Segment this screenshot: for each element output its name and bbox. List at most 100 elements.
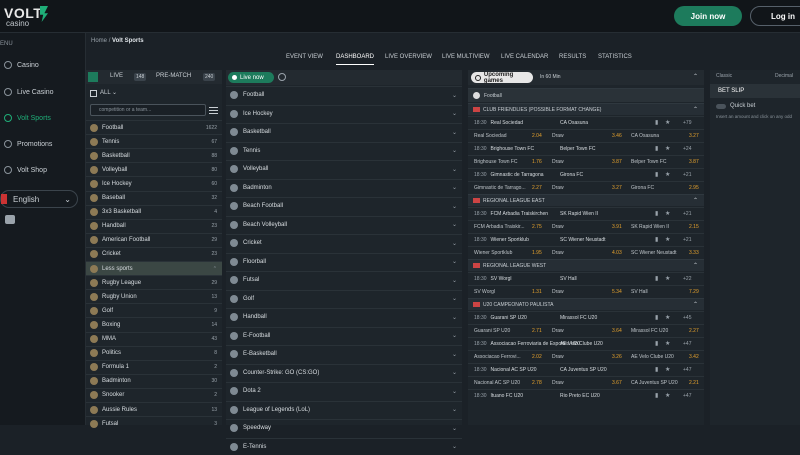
odds-away-label[interactable]: CA Juventus SP U20	[631, 380, 678, 386]
odds-draw-label[interactable]: Draw	[552, 133, 564, 139]
star-icon[interactable]: ★	[665, 145, 670, 152]
odds-away[interactable]: 2.95	[689, 185, 699, 191]
sport-item[interactable]: Futsal 3	[86, 416, 222, 430]
more-markets[interactable]: +22	[683, 276, 691, 282]
odds-home[interactable]: 2.71	[532, 328, 542, 334]
login-button[interactable]: Log in	[750, 6, 800, 26]
upcoming-games-tab[interactable]: Upcoming games	[471, 72, 533, 84]
odds-away[interactable]: 3.27	[689, 133, 699, 139]
odds-away-label[interactable]: Belper Town FC	[631, 159, 666, 165]
stats-icon[interactable]: ▮	[655, 275, 658, 282]
live-sport-item[interactable]: Beach Football ⌄	[226, 197, 462, 214]
view-toggle-icon[interactable]	[88, 72, 98, 82]
more-markets[interactable]: +21	[683, 211, 691, 217]
more-markets[interactable]: +47	[683, 341, 691, 347]
language-select[interactable]: English ⌄	[0, 190, 78, 208]
tab-statistics[interactable]: STATISTICS	[598, 54, 632, 60]
stats-icon[interactable]: ▮	[655, 119, 658, 126]
live-sport-item[interactable]: Floorball ⌄	[226, 252, 462, 270]
chevron-up-icon[interactable]: ⌃	[693, 197, 698, 204]
globe-icon[interactable]	[278, 73, 286, 81]
odds-home[interactable]: 2.02	[532, 354, 542, 360]
odds-away[interactable]: 3.42	[689, 354, 699, 360]
chevron-down-icon[interactable]: ⌄	[452, 406, 457, 413]
stats-icon[interactable]: ▮	[655, 171, 658, 178]
prematch-tab[interactable]: PRE-MATCH	[156, 73, 191, 79]
live-tab[interactable]: LIVE	[110, 73, 123, 79]
sport-item[interactable]: Rugby League 29	[86, 275, 222, 289]
match-row[interactable]: 18:30 Real Sociedad CA Osasuna ▮ ★ +79	[468, 116, 704, 128]
odds-draw[interactable]: 3.91	[612, 224, 622, 230]
chevron-down-icon[interactable]: ⌄	[452, 184, 457, 191]
sidebar-item-casino[interactable]: Casino	[0, 54, 86, 76]
odds-draw[interactable]: 3.26	[612, 354, 622, 360]
league-header[interactable]: REGIONAL LEAGUE WEST ⌃	[468, 259, 704, 271]
odds-home-label[interactable]: SV Worgl	[474, 289, 495, 295]
sport-item[interactable]: Snooker 2	[86, 387, 222, 402]
odds-away-label[interactable]: SV Hall	[631, 289, 648, 295]
league-header[interactable]: U20 CAMPEONATO PAULISTA ⌃	[468, 298, 704, 310]
volt-logo[interactable]: VOLT casino	[4, 5, 48, 29]
match-row[interactable]: 18:30 SV Worgl SV Hall ▮ ★ +22	[468, 272, 704, 284]
tab-live-calendar[interactable]: LIVE CALENDAR	[501, 54, 548, 60]
chevron-down-icon[interactable]: ⌄	[452, 240, 457, 247]
chevron-down-icon[interactable]: ⌄	[452, 203, 457, 210]
live-sport-item[interactable]: Handball ⌄	[226, 308, 462, 325]
odds-home-label[interactable]: Gimnastic de Tarrago...	[474, 185, 526, 191]
odds-draw-label[interactable]: Draw	[552, 289, 564, 295]
sport-item[interactable]: Aussie Rules 13	[86, 402, 222, 416]
odds-home[interactable]: 2.04	[532, 133, 542, 139]
match-row[interactable]: 18:30 Associacao Ferroviaria de Esportes …	[468, 337, 704, 349]
odds-draw-label[interactable]: Draw	[552, 328, 564, 334]
chevron-up-icon[interactable]: ⌃	[693, 73, 698, 80]
odds-draw[interactable]: 3.87	[612, 159, 622, 165]
stats-icon[interactable]: ▮	[655, 236, 658, 243]
odds-format-classic[interactable]: Classic	[716, 73, 732, 79]
odds-away-label[interactable]: Mirassol FC U20	[631, 328, 668, 334]
stats-icon[interactable]: ▮	[655, 392, 658, 399]
sport-item[interactable]: Football 1622	[86, 120, 222, 134]
star-icon[interactable]: ★	[665, 340, 670, 347]
sidebar-item-promotions[interactable]: Promotions	[0, 133, 86, 155]
more-markets[interactable]: +45	[683, 315, 691, 321]
sport-item[interactable]: Baseball 32	[86, 190, 222, 205]
chevron-down-icon[interactable]: ⌄	[452, 258, 457, 265]
tab-event-view[interactable]: EVENT VIEW	[286, 54, 323, 60]
odds-home[interactable]: 1.95	[532, 250, 542, 256]
chevron-down-icon[interactable]: ⌄	[452, 166, 457, 173]
odds-home[interactable]: 2.27	[532, 185, 542, 191]
chevron-down-icon[interactable]: ⌄	[452, 92, 457, 99]
tab-dashboard[interactable]: DASHBOARD	[336, 54, 375, 65]
odds-home-label[interactable]: Real Sociedad	[474, 133, 507, 139]
live-now-tab[interactable]: Live now	[228, 72, 274, 83]
odds-draw[interactable]: 5.34	[612, 289, 622, 295]
breadcrumb-home[interactable]: Home	[91, 38, 107, 44]
match-row[interactable]: 18:30 Nacional AC SP U20 CA Juventus SP U2…	[468, 363, 704, 375]
chevron-down-icon[interactable]: ⌄	[452, 443, 457, 450]
match-row[interactable]: 18:30 Brighouse Town FC Belper Town FC ▮ ★ +2…	[468, 142, 704, 154]
sport-item[interactable]: American Football 29	[86, 232, 222, 247]
match-row[interactable]: 18:30 Ituano FC U20 Rio Preto EC U20 ▮ ★ +47	[468, 389, 704, 401]
odds-home-label[interactable]: Associacao Ferrovi...	[474, 354, 521, 360]
league-header[interactable]: REGIONAL LEAGUE EAST ⌃	[468, 194, 704, 206]
live-sport-item[interactable]: E-Basketball ⌄	[226, 345, 462, 362]
star-icon[interactable]: ★	[665, 314, 670, 321]
chevron-down-icon[interactable]: ⌄	[452, 332, 457, 339]
live-sport-item[interactable]: Dota 2 ⌄	[226, 382, 462, 399]
sport-item[interactable]: 3x3 Basketball 4	[86, 204, 222, 219]
live-sport-item[interactable]: Futsal ⌄	[226, 271, 462, 288]
match-row[interactable]: 18:30 Wiener Sportklub SC Wiener Neustadt ▮…	[468, 233, 704, 245]
sport-item[interactable]: Boxing 14	[86, 317, 222, 331]
odds-home[interactable]: 1.31	[532, 289, 542, 295]
chevron-down-icon[interactable]: ⌄	[452, 425, 457, 432]
odds-home-label[interactable]: Nacional AC SP U20	[474, 380, 520, 386]
star-icon[interactable]: ★	[665, 210, 670, 217]
chevron-up-icon[interactable]: ⌃	[213, 266, 217, 272]
live-sport-item[interactable]: E-Tennis ⌄	[226, 437, 462, 455]
sport-item[interactable]: Politics 8	[86, 345, 222, 360]
odds-draw[interactable]: 4.03	[612, 250, 622, 256]
star-icon[interactable]: ★	[665, 171, 670, 178]
odds-draw[interactable]: 3.46	[612, 133, 622, 139]
sport-item[interactable]: Handball 23	[86, 218, 222, 233]
more-markets[interactable]: +21	[683, 172, 691, 178]
